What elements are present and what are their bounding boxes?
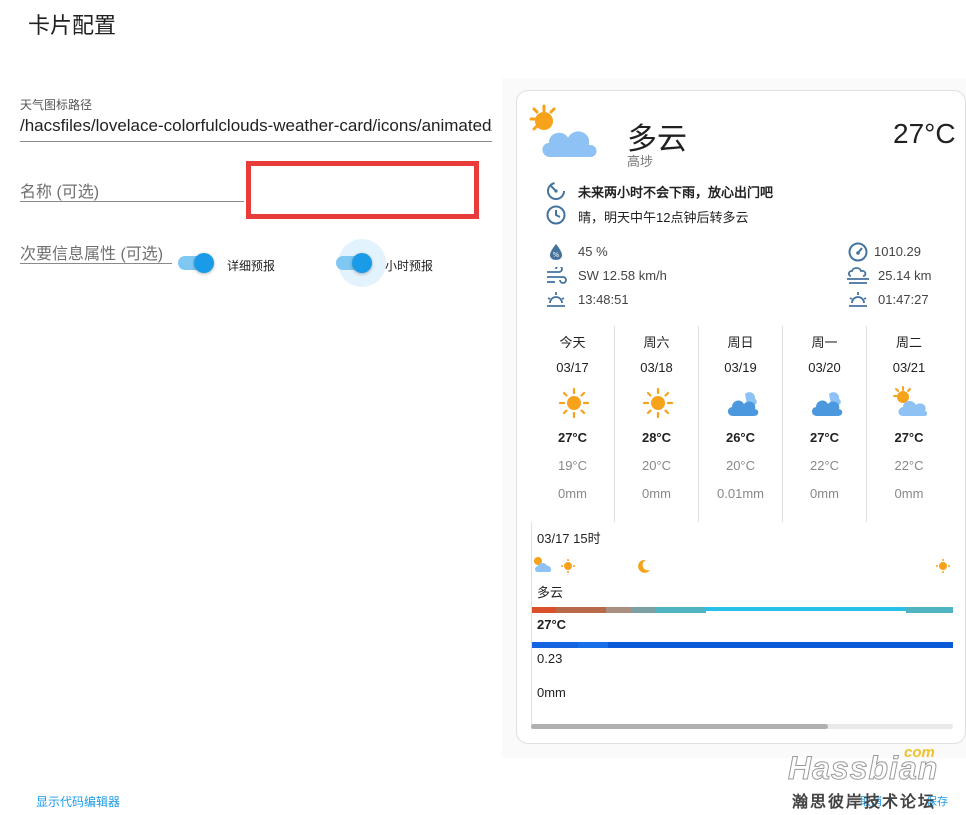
forecast-day: 周日 03/19 26°C 20°C 0.01mm [699, 326, 783, 522]
probability-bar [608, 642, 953, 648]
temperature-bar [631, 607, 656, 613]
forecast-weekday: 周二 [895, 335, 922, 350]
watermark-tld: com [904, 744, 935, 761]
forecast-low: 20°C [641, 458, 672, 473]
sunset-icon [849, 292, 867, 307]
temperature-bar [556, 607, 606, 613]
forecast-rain: 0mm [642, 486, 671, 501]
precip-alert: 未来两小时不会下雨，放心出门吧 [578, 185, 774, 200]
forecast-summary: 晴，明天中午12点钟后转多云 [578, 210, 749, 225]
secondary-info-underline [20, 263, 172, 264]
sunny-icon [936, 559, 950, 573]
forecast-high: 28°C [641, 430, 672, 445]
sunset-value: 01:47:27 [878, 292, 929, 307]
partly-cloudy-icon [529, 104, 599, 159]
icon-path-label: 天气图标路径 [20, 98, 93, 112]
forecast-high: 27°C [809, 430, 840, 445]
watermark-forum-name: 瀚思彼岸技术论坛 [792, 794, 937, 811]
clock-icon [546, 205, 566, 225]
svg-text:%: % [553, 251, 560, 259]
temperature-bar [906, 607, 953, 613]
toggle-thumb [352, 253, 372, 273]
sunny-icon [561, 559, 575, 573]
temperature-bar [706, 607, 906, 611]
toggle-thumb [194, 253, 214, 273]
hourly-scrollbar-thumb[interactable] [531, 724, 828, 729]
daily-forecast-label: 详细预报 [227, 259, 276, 273]
moon-icon [638, 559, 650, 573]
forecast-weekday: 周日 [727, 335, 754, 350]
daily-forecast-toggle[interactable] [178, 253, 216, 273]
forecast-high: 26°C [725, 430, 756, 445]
pressure-value: 1010.29 [874, 244, 921, 259]
forecast-high: 27°C [557, 430, 588, 445]
forecast-date: 03/17 [556, 360, 589, 375]
forecast-weekday: 周六 [643, 335, 670, 350]
forecast-rain: 0.01mm [717, 486, 764, 501]
secondary-info-select[interactable]: 次要信息属性 (可选) [20, 240, 163, 264]
icon-path-underline [20, 141, 492, 142]
current-temperature: 27°C [893, 118, 956, 149]
visibility-value: 25.14 km [878, 268, 932, 283]
hourly-time: 03/17 15时 [537, 531, 601, 546]
hourly-condition: 多云 [537, 585, 564, 600]
forecast-day: 周六 03/18 28°C 20°C 0mm [615, 326, 699, 522]
pressure-gauge-icon [848, 242, 868, 262]
partly-cloudy-icon [893, 386, 927, 416]
forecast-date: 03/21 [892, 360, 926, 375]
humidity-icon: % [550, 244, 562, 260]
timer-icon [547, 182, 565, 200]
sunny-icon [558, 387, 590, 419]
hourly-forecast-label: 小时预报 [385, 259, 434, 273]
hourly-forecast-chart[interactable] [531, 522, 953, 730]
partly-cloudy-icon [534, 557, 552, 572]
forecast-rain: 0mm [810, 486, 839, 501]
forecast-day: 周二 03/21 27°C 22°C 0mm [867, 326, 951, 522]
dialog-title: 卡片配置 [28, 13, 117, 38]
forecast-high: 27°C [894, 430, 924, 445]
forecast-day: 今天 03/17 27°C 19°C 0mm [531, 326, 615, 522]
highlight-annotation-box [246, 161, 479, 219]
icon-path-input[interactable]: /hacsfiles/lovelace-colorfulclouds-weath… [20, 116, 492, 136]
hourly-temperature: 27°C [537, 617, 567, 632]
visibility-fog-icon [847, 267, 869, 284]
sunny-icon [642, 387, 674, 419]
name-field-underline [20, 201, 244, 202]
location-name: 高埗 [627, 154, 654, 169]
humidity-value: 45 % [578, 244, 608, 259]
hourly-forecast-toggle[interactable] [336, 253, 374, 273]
forecast-weekday: 周一 [811, 335, 838, 350]
forecast-low: 20°C [725, 458, 756, 473]
temperature-bar [532, 607, 556, 613]
forecast-date: 03/18 [640, 360, 673, 375]
temperature-bar [606, 607, 631, 613]
hourly-probability: 0.23 [537, 651, 563, 666]
forecast-low: 19°C [557, 458, 588, 473]
forecast-day: 周一 03/20 27°C 22°C 0mm [783, 326, 867, 522]
probability-bar [578, 642, 608, 648]
temperature-bar [656, 607, 706, 613]
hourly-precipitation: 0mm [537, 685, 566, 700]
name-field[interactable]: 名称 (可选) [20, 178, 99, 202]
forecast-rain: 0mm [558, 486, 587, 501]
forecast-weekday: 今天 [559, 335, 586, 350]
probability-bar [532, 642, 578, 648]
sunrise-icon [547, 292, 565, 307]
forecast-date: 03/20 [808, 360, 841, 375]
forecast-rain: 0mm [894, 486, 924, 501]
show-code-editor-button[interactable]: 显示代码编辑器 [36, 793, 120, 810]
cloudy-icon [811, 392, 843, 416]
forecast-low: 22°C [894, 458, 924, 473]
wind-value: SW 12.58 km/h [578, 268, 667, 283]
forecast-date: 03/19 [724, 360, 757, 375]
cloudy-icon [727, 392, 759, 416]
forecast-low: 22°C [809, 458, 840, 473]
wind-icon [547, 267, 567, 284]
sunrise-value: 13:48:51 [578, 292, 629, 307]
